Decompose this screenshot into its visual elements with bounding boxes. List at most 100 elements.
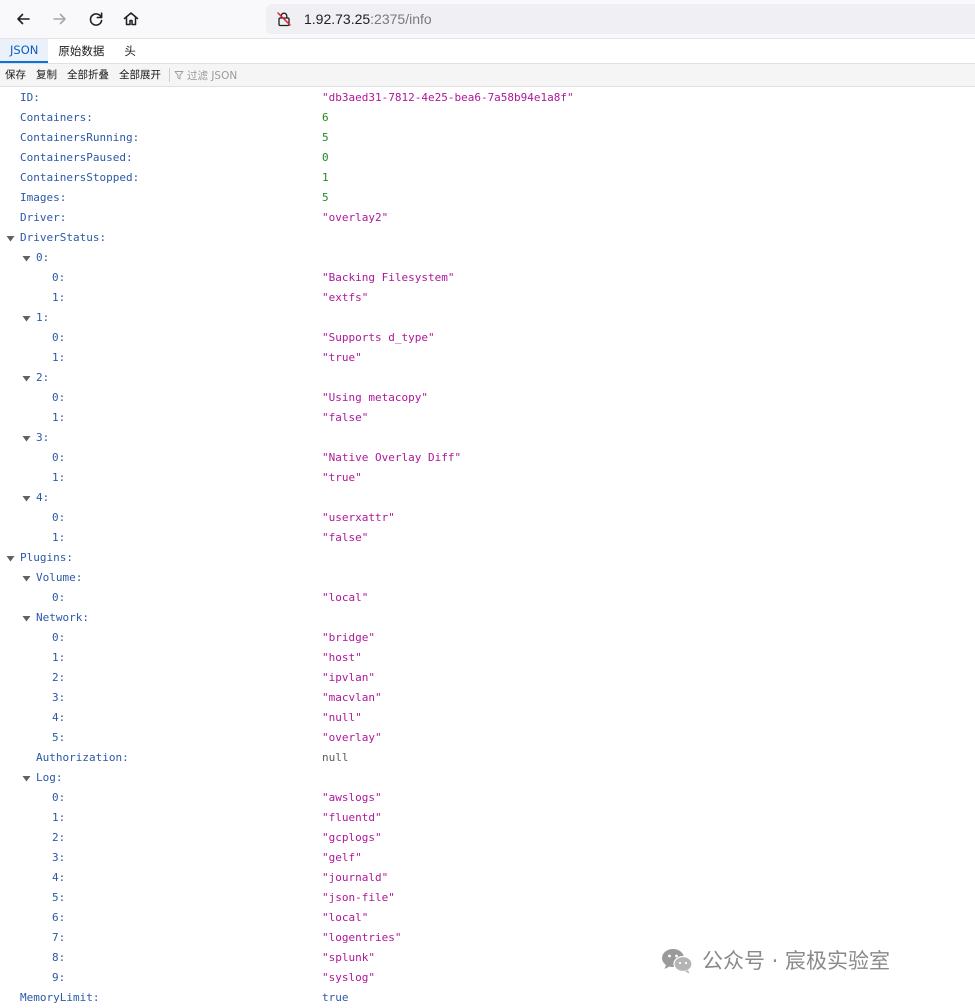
collapse-all-button[interactable]: 全部折叠	[62, 64, 114, 86]
json-key: 2:	[52, 831, 66, 844]
json-key: 3:	[52, 851, 66, 864]
json-row: 1: "host"	[0, 648, 975, 668]
address-bar[interactable]: 1.92.73.25:2375/info	[266, 4, 975, 34]
json-value: 1	[322, 171, 329, 184]
json-row[interactable]: Volume:	[0, 568, 975, 588]
filter-placeholder: 过滤 JSON	[187, 69, 238, 82]
json-key: 1:	[52, 811, 66, 824]
json-row[interactable]: Network:	[0, 608, 975, 628]
json-row[interactable]: Log:	[0, 768, 975, 788]
json-key: ContainersStopped:	[20, 171, 140, 184]
json-row[interactable]: 4:	[0, 488, 975, 508]
tab-raw-data[interactable]: 原始数据	[48, 39, 114, 63]
json-key: 1:	[52, 651, 66, 664]
json-row[interactable]: 3:	[0, 428, 975, 448]
json-key: 6:	[52, 911, 66, 924]
json-row: 5: "json-file"	[0, 888, 975, 908]
json-key: 0:	[52, 791, 66, 804]
copy-button[interactable]: 复制	[31, 64, 62, 86]
json-value: "db3aed31-7812-4e25-bea6-7a58b94e1a8f"	[322, 91, 574, 104]
json-key: 7:	[52, 931, 66, 944]
insecure-lock-icon[interactable]	[276, 11, 292, 27]
json-value: 5	[322, 131, 329, 144]
expand-toggle-icon[interactable]	[22, 574, 31, 583]
json-key: 1:	[52, 471, 66, 484]
json-row: 0: "awslogs"	[0, 788, 975, 808]
json-row[interactable]: 0:	[0, 248, 975, 268]
json-key: 0:	[52, 271, 66, 284]
json-value: "syslog"	[322, 971, 375, 984]
expand-toggle-icon[interactable]	[22, 494, 31, 503]
expand-toggle-icon[interactable]	[22, 774, 31, 783]
json-row: Images: 5	[0, 188, 975, 208]
json-tree: ID: "db3aed31-7812-4e25-bea6-7a58b94e1a8f…	[0, 88, 975, 1004]
reload-button[interactable]	[83, 6, 109, 32]
json-row: ID: "db3aed31-7812-4e25-bea6-7a58b94e1a8f…	[0, 88, 975, 108]
json-value: "true"	[322, 471, 362, 484]
json-key: 0:	[52, 631, 66, 644]
json-row: 0: "Backing Filesystem"	[0, 268, 975, 288]
json-key: 2:	[52, 671, 66, 684]
json-toolbar: 保存 复制 全部折叠 全部展开 过滤 JSON	[0, 64, 975, 87]
expand-toggle-icon[interactable]	[22, 374, 31, 383]
json-key: 0:	[52, 511, 66, 524]
toolbar-divider	[169, 68, 170, 82]
json-key: 5:	[52, 731, 66, 744]
json-key: Log:	[36, 771, 63, 784]
json-value: "host"	[322, 651, 362, 664]
json-row: Driver: "overlay2"	[0, 208, 975, 228]
expand-toggle-icon[interactable]	[22, 614, 31, 623]
tab-json[interactable]: JSON	[0, 39, 49, 63]
json-key: 0:	[36, 251, 50, 264]
json-row: Authorization: null	[0, 748, 975, 768]
json-value: true	[322, 991, 349, 1004]
json-value: "splunk"	[322, 951, 375, 964]
json-value: "local"	[322, 911, 369, 924]
json-value: null	[322, 751, 349, 764]
json-row[interactable]: 2:	[0, 368, 975, 388]
json-value: "awslogs"	[322, 791, 382, 804]
json-row[interactable]: DriverStatus:	[0, 228, 975, 248]
expand-toggle-icon[interactable]	[22, 314, 31, 323]
back-button[interactable]	[10, 6, 36, 32]
json-value: "false"	[322, 411, 369, 424]
json-row[interactable]: Plugins:	[0, 548, 975, 568]
json-key: 5:	[52, 891, 66, 904]
json-key: 8:	[52, 951, 66, 964]
json-key: Volume:	[36, 571, 83, 584]
json-key: Containers:	[20, 111, 93, 124]
filter-json-input[interactable]: 过滤 JSON	[174, 68, 237, 83]
json-value: "overlay2"	[322, 211, 389, 224]
expand-toggle-icon[interactable]	[6, 554, 15, 563]
wechat-icon	[662, 949, 693, 974]
json-key: Driver:	[20, 211, 67, 224]
json-row: 1: "false"	[0, 408, 975, 428]
home-button[interactable]	[118, 6, 144, 32]
filter-icon	[174, 71, 184, 80]
expand-toggle-icon[interactable]	[6, 234, 15, 243]
expand-toggle-icon[interactable]	[22, 434, 31, 443]
json-row: ContainersRunning: 5	[0, 128, 975, 148]
json-value: "logentries"	[322, 931, 402, 944]
json-value: 0	[322, 151, 329, 164]
json-row: 1: "true"	[0, 348, 975, 368]
json-row: ContainersPaused: 0	[0, 148, 975, 168]
json-row[interactable]: 1:	[0, 308, 975, 328]
url-text[interactable]: 1.92.73.25:2375/info	[304, 11, 432, 27]
tab-headers[interactable]: 头	[114, 39, 146, 63]
json-row: 1: "true"	[0, 468, 975, 488]
json-value: "Using metacopy"	[322, 391, 428, 404]
json-key: 1:	[52, 291, 66, 304]
json-value: "false"	[322, 531, 369, 544]
expand-all-button[interactable]: 全部展开	[114, 64, 166, 86]
json-value: "Backing Filesystem"	[322, 271, 455, 284]
json-value: 6	[322, 111, 329, 124]
save-button[interactable]: 保存	[0, 64, 31, 86]
json-key: MemoryLimit:	[20, 991, 100, 1004]
forward-button[interactable]	[47, 6, 73, 32]
json-value: "Supports d_type"	[322, 331, 435, 344]
json-value: "userxattr"	[322, 511, 395, 524]
json-key: 1:	[52, 531, 66, 544]
json-row: 2: "gcplogs"	[0, 828, 975, 848]
expand-toggle-icon[interactable]	[22, 254, 31, 263]
